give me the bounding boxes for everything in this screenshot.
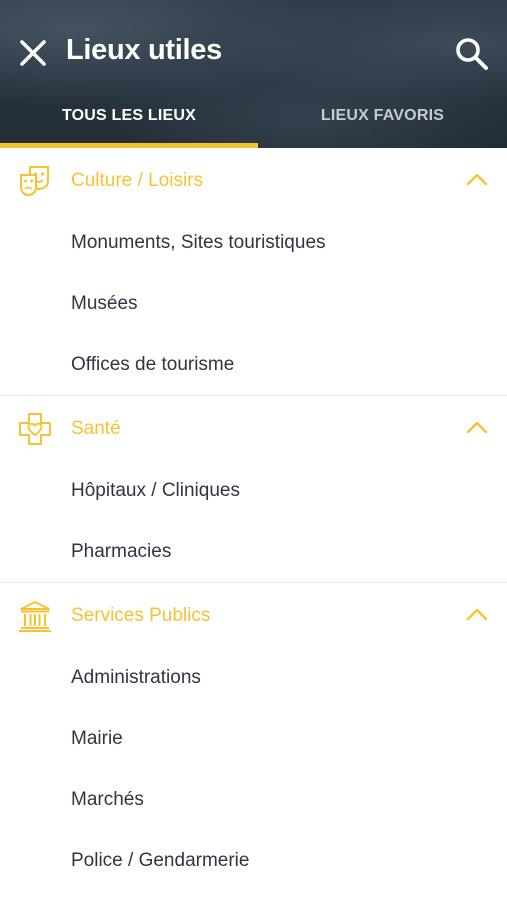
theater-masks-icon: [20, 166, 49, 197]
category-header-public-services[interactable]: Services Publics: [0, 583, 507, 647]
category-title-public-services: Services Publics: [71, 605, 211, 626]
close-icon: [20, 40, 46, 66]
tab-all-places[interactable]: TOUS LES LIEUX: [0, 100, 258, 148]
list-item[interactable]: Pharmacies: [0, 521, 507, 582]
chevron-up-icon[interactable]: [465, 605, 489, 623]
close-button[interactable]: [16, 36, 50, 70]
places-category-list: Culture / Loisirs Monuments, Sites touri…: [0, 148, 507, 891]
search-button[interactable]: [454, 36, 490, 72]
tab-all-places-label: TOUS LES LIEUX: [61, 107, 197, 124]
app-header: Lieux utiles TOUS LES LIEUX LIEUX FAVORI…: [0, 0, 507, 148]
list-item[interactable]: Marchés: [0, 769, 507, 830]
list-item[interactable]: Musées: [0, 273, 507, 334]
category-section-health: Santé Hôpitaux / Cliniques Pharmacies: [0, 396, 507, 583]
tab-favorite-places[interactable]: LIEUX FAVORIS: [258, 100, 507, 148]
category-title-culture: Culture / Loisirs: [71, 170, 203, 191]
public-building-icon: [19, 601, 51, 632]
list-item[interactable]: Monuments, Sites touristiques: [0, 212, 507, 273]
chevron-up-icon[interactable]: [465, 418, 489, 436]
list-item[interactable]: Police / Gendarmerie: [0, 830, 507, 891]
health-cross-heart-icon: [19, 413, 51, 445]
category-title-health: Santé: [71, 418, 121, 439]
list-item[interactable]: Hôpitaux / Cliniques: [0, 460, 507, 521]
category-header-culture[interactable]: Culture / Loisirs: [0, 148, 507, 212]
search-icon: [456, 38, 488, 70]
list-item[interactable]: Mairie: [0, 708, 507, 769]
chevron-up-icon[interactable]: [465, 170, 489, 188]
list-item[interactable]: Offices de tourisme: [0, 334, 507, 395]
category-header-health[interactable]: Santé: [0, 396, 507, 460]
page-title: Lieux utiles: [66, 34, 222, 66]
category-section-culture: Culture / Loisirs Monuments, Sites touri…: [0, 148, 507, 396]
tab-favorite-places-label: LIEUX FAVORIS: [320, 107, 445, 124]
list-item[interactable]: Administrations: [0, 647, 507, 708]
category-section-public-services: Services Publics Administrations Mairie …: [0, 583, 507, 891]
